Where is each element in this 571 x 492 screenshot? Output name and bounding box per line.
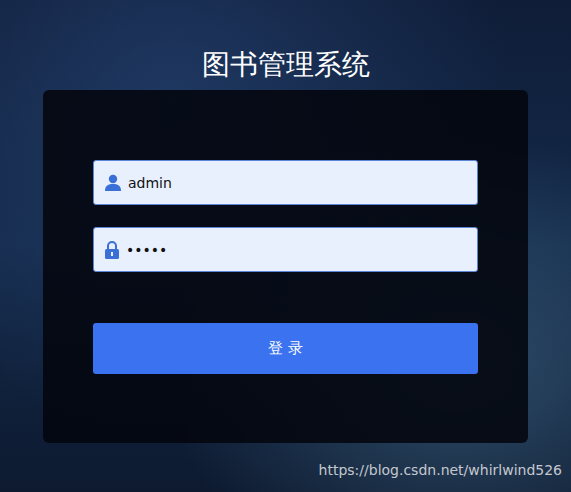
login-button[interactable]: 登 录	[93, 323, 478, 374]
login-page: 图书管理系统 admin ••••• 登 录 https://blog.csdn.net…	[0, 0, 571, 492]
username-field[interactable]: admin	[93, 160, 478, 205]
login-panel: admin ••••• 登 录	[43, 90, 528, 443]
watermark: https://blog.csdn.net/whirlwind526	[0, 443, 571, 478]
user-icon	[104, 174, 122, 192]
field-value: admin	[128, 175, 172, 191]
lock-icon	[104, 241, 120, 259]
app-title: 图书管理系统	[0, 0, 571, 85]
password-field[interactable]: •••••	[93, 227, 478, 272]
field-value: •••••	[126, 242, 167, 258]
